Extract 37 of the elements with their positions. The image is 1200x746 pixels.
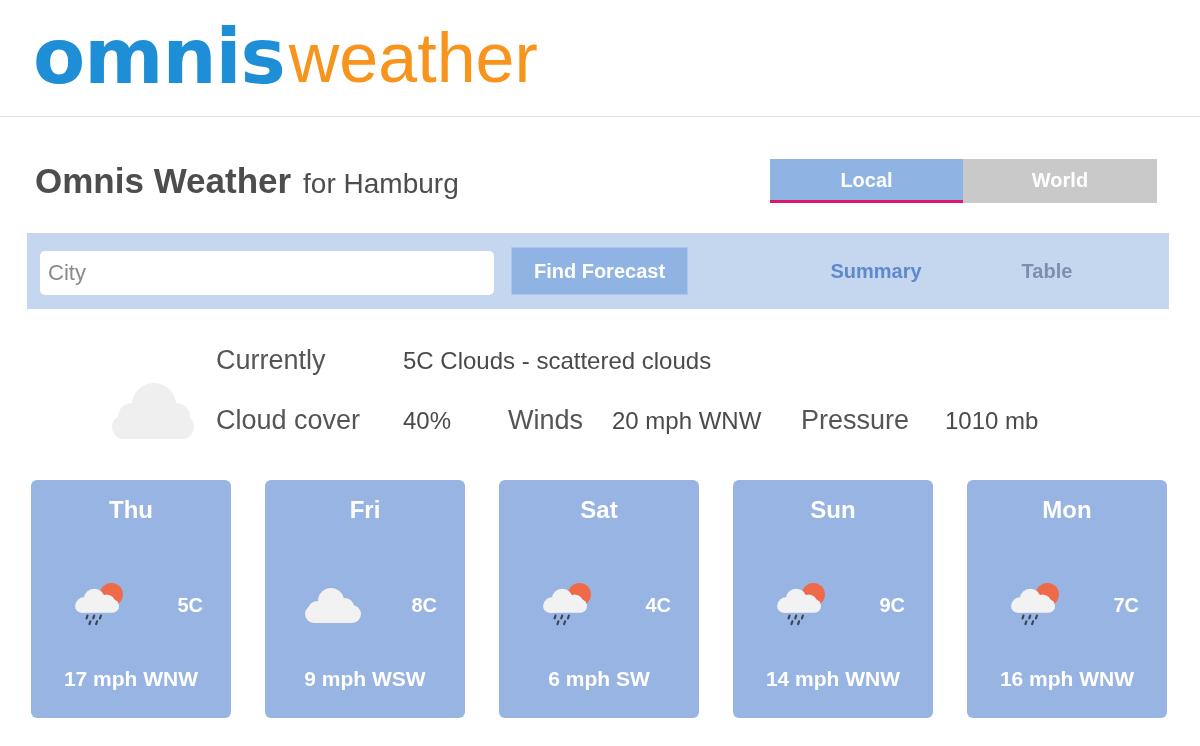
current-label: Currently bbox=[216, 344, 327, 378]
view-tab[interactable]: Summary bbox=[801, 255, 951, 286]
detail-label: Pressure bbox=[801, 404, 911, 438]
temperature: 7C bbox=[1113, 592, 1139, 618]
view-tab[interactable]: Table bbox=[972, 255, 1122, 286]
sun-cloud-rain-icon bbox=[73, 582, 125, 627]
logo-wordmark: omnis bbox=[33, 19, 285, 95]
sun-cloud-rain-icon bbox=[1009, 582, 1061, 627]
logo-word: weather bbox=[288, 23, 538, 93]
wind-label: 9 mph WSW bbox=[304, 665, 426, 692]
day-label: Sun bbox=[810, 494, 856, 525]
detail-label: Cloud cover bbox=[216, 404, 362, 438]
temperature: 8C bbox=[411, 592, 437, 618]
cloud-icon bbox=[304, 586, 362, 623]
wind-label: 16 mph WNW bbox=[999, 665, 1135, 692]
detail-label: Winds bbox=[508, 404, 584, 438]
wind-label: 14 mph WNW bbox=[765, 665, 901, 692]
current-conditions: 5C Clouds - scattered clouds bbox=[403, 345, 712, 376]
detail-value: 1010 mb bbox=[945, 405, 1039, 436]
tab[interactable]: Local bbox=[770, 159, 963, 204]
day-label: Mon bbox=[1042, 494, 1092, 525]
wind-label: 6 mph SW bbox=[548, 665, 650, 692]
detail-value: 40% bbox=[403, 405, 453, 436]
city-input[interactable]: City bbox=[40, 250, 494, 295]
location-label: for Hamburg bbox=[303, 167, 459, 201]
day-label: Sat bbox=[580, 494, 618, 525]
detail-value: 20 mph WNW bbox=[612, 405, 763, 436]
temperature: 9C bbox=[879, 592, 905, 618]
page-title: Omnis Weather bbox=[35, 160, 292, 202]
temperature: 5C bbox=[177, 592, 203, 618]
day-label: Thu bbox=[109, 494, 153, 525]
day-label: Fri bbox=[349, 494, 381, 525]
temperature: 4C bbox=[645, 592, 671, 618]
find-forecast-button[interactable]: Find Forecast bbox=[511, 246, 688, 295]
sun-cloud-rain-icon bbox=[541, 582, 593, 627]
sun-cloud-rain-icon bbox=[775, 582, 827, 627]
wind-label: 17 mph WNW bbox=[63, 665, 199, 692]
